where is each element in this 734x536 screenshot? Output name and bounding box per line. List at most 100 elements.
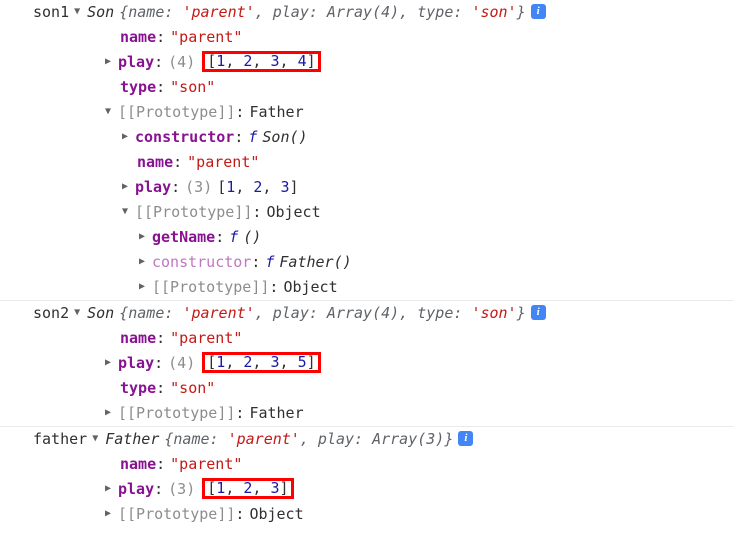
row-type: ▶type:"son"	[0, 376, 734, 401]
property-value[interactable]: Object	[249, 505, 303, 523]
property-key[interactable]: getName	[152, 228, 215, 246]
property-key[interactable]: type	[120, 78, 156, 96]
highlighted-array-value: [1, 2, 3, 4]	[202, 51, 321, 72]
property-colon: :	[154, 53, 164, 71]
property-value[interactable]: Object	[266, 203, 320, 221]
constructor-name: Son	[87, 3, 115, 21]
property-key-internal[interactable]: [[Prototype]]	[152, 278, 269, 296]
property-colon: :	[156, 329, 166, 347]
array-open-bracket: [	[207, 479, 217, 497]
object-header-row: father ▼ Father {name: 'parent', play: Arra…	[0, 427, 734, 452]
expand-arrow-icon[interactable]: ▶	[122, 124, 135, 149]
array-item: 1	[216, 52, 226, 70]
array-item: 3	[270, 479, 280, 497]
info-icon[interactable]: i	[530, 4, 546, 19]
property-key[interactable]: type	[120, 379, 156, 397]
array-length-badge: (4)	[168, 354, 196, 372]
property-colon: :	[156, 28, 166, 46]
property-key[interactable]: name	[137, 153, 173, 171]
expand-arrow-icon[interactable]: ▶	[122, 174, 135, 199]
collapse-arrow-icon[interactable]: ▼	[105, 99, 118, 124]
property-key[interactable]: name	[120, 329, 156, 347]
row-play: ▶ play: (4) [1, 2, 3, 4]	[0, 50, 734, 75]
property-value-string: "parent"	[170, 455, 243, 473]
console-output-panel: son1 ▼ Son {name: 'parent', play: Array(4),…	[0, 0, 734, 536]
row-getname: ▶ getName: f()	[0, 225, 734, 250]
collapse-arrow-icon[interactable]: ▼	[74, 0, 87, 24]
row-prototype-object: ▼ [[Prototype]]: Object	[0, 200, 734, 225]
row-prototype-father: ▶ [[Prototype]]: Father	[0, 401, 734, 426]
property-value-string: "son"	[170, 78, 216, 96]
property-value[interactable]: Object	[283, 278, 337, 296]
expand-arrow-icon[interactable]: ▶	[105, 350, 118, 375]
array-close-bracket: ]	[279, 479, 289, 497]
variable-name: father	[33, 430, 88, 448]
info-icon[interactable]: i	[458, 431, 474, 446]
array-open-bracket: [	[207, 52, 217, 70]
collapse-arrow-icon[interactable]: ▼	[122, 199, 135, 224]
property-key-internal[interactable]: [[Prototype]]	[118, 103, 235, 121]
property-key[interactable]: constructor	[135, 128, 234, 146]
row-proto-name: ▶name:"parent"	[0, 150, 734, 175]
property-value[interactable]: Father	[249, 103, 303, 121]
function-signature[interactable]: Father()	[279, 253, 351, 271]
variable-name: son2	[33, 304, 70, 322]
info-icon[interactable]: i	[530, 305, 546, 320]
row-play: ▶ play: (4) [1, 2, 3, 5]	[0, 351, 734, 376]
property-colon: :	[154, 354, 164, 372]
array-item: 3	[270, 52, 280, 70]
expand-arrow-icon[interactable]: ▶	[105, 501, 118, 526]
expand-arrow-icon[interactable]: ▶	[105, 400, 118, 425]
highlighted-array-value: [1, 2, 3, 5]	[202, 352, 321, 373]
array-item: 4	[297, 52, 307, 70]
preview-close: }	[516, 304, 526, 322]
expand-arrow-icon[interactable]: ▶	[139, 224, 152, 249]
array-length-badge: (4)	[168, 53, 196, 71]
row-name: ▶name:"parent"	[0, 326, 734, 351]
property-key[interactable]: name	[120, 28, 156, 46]
row-play: ▶ play: (3) [1, 2, 3]	[0, 477, 734, 502]
property-key[interactable]: play	[135, 178, 171, 196]
property-key[interactable]: play	[118, 53, 154, 71]
array-item: 1	[216, 479, 226, 497]
array-separator: ,	[279, 353, 298, 371]
preview-middle: , play: Array(4), type:	[254, 3, 472, 21]
property-key[interactable]: constructor	[152, 253, 251, 271]
highlighted-array-value: [1, 2, 3]	[202, 478, 294, 499]
property-colon: :	[269, 278, 279, 296]
array-separator: ,	[225, 52, 244, 70]
row-prototype-object-2: ▶ [[Prototype]]: Object	[0, 275, 734, 300]
property-key-internal[interactable]: [[Prototype]]	[135, 203, 252, 221]
expand-arrow-icon[interactable]: ▶	[105, 476, 118, 501]
function-signature[interactable]: Son()	[262, 128, 307, 146]
array-item: 1	[226, 178, 236, 196]
array-length-badge: (3)	[168, 480, 196, 498]
array-separator: ,	[252, 52, 271, 70]
array-separator: ,	[252, 353, 271, 371]
row-name: ▶name:"parent"	[0, 452, 734, 477]
row-proto-play: ▶ play: (3) [1, 2, 3]	[0, 175, 734, 200]
property-value[interactable]: Father	[249, 404, 303, 422]
property-key[interactable]: play	[118, 480, 154, 498]
property-colon: :	[235, 505, 245, 523]
property-value-string: "parent"	[170, 329, 243, 347]
expand-arrow-icon[interactable]: ▶	[105, 49, 118, 74]
function-signature[interactable]: ()	[243, 228, 261, 246]
function-marker-icon: f	[248, 128, 258, 146]
expand-arrow-icon[interactable]: ▶	[139, 249, 152, 274]
object-header-row: son1 ▼ Son {name: 'parent', play: Array(4),…	[0, 0, 734, 25]
property-key[interactable]: name	[120, 455, 156, 473]
property-key[interactable]: play	[118, 354, 154, 372]
array-separator: ,	[235, 178, 254, 196]
expand-arrow-icon[interactable]: ▶	[139, 274, 152, 299]
property-colon: :	[252, 203, 262, 221]
preview-string-value: 'parent'	[182, 3, 255, 21]
property-colon: :	[156, 78, 166, 96]
array-separator: ,	[279, 52, 298, 70]
collapse-arrow-icon[interactable]: ▼	[92, 426, 105, 451]
collapse-arrow-icon[interactable]: ▼	[74, 300, 87, 325]
property-key-internal[interactable]: [[Prototype]]	[118, 505, 235, 523]
preview-string-value: 'parent'	[227, 430, 300, 448]
object-header-row: son2 ▼ Son {name: 'parent', play: Array(4),…	[0, 301, 734, 326]
property-key-internal[interactable]: [[Prototype]]	[118, 404, 235, 422]
